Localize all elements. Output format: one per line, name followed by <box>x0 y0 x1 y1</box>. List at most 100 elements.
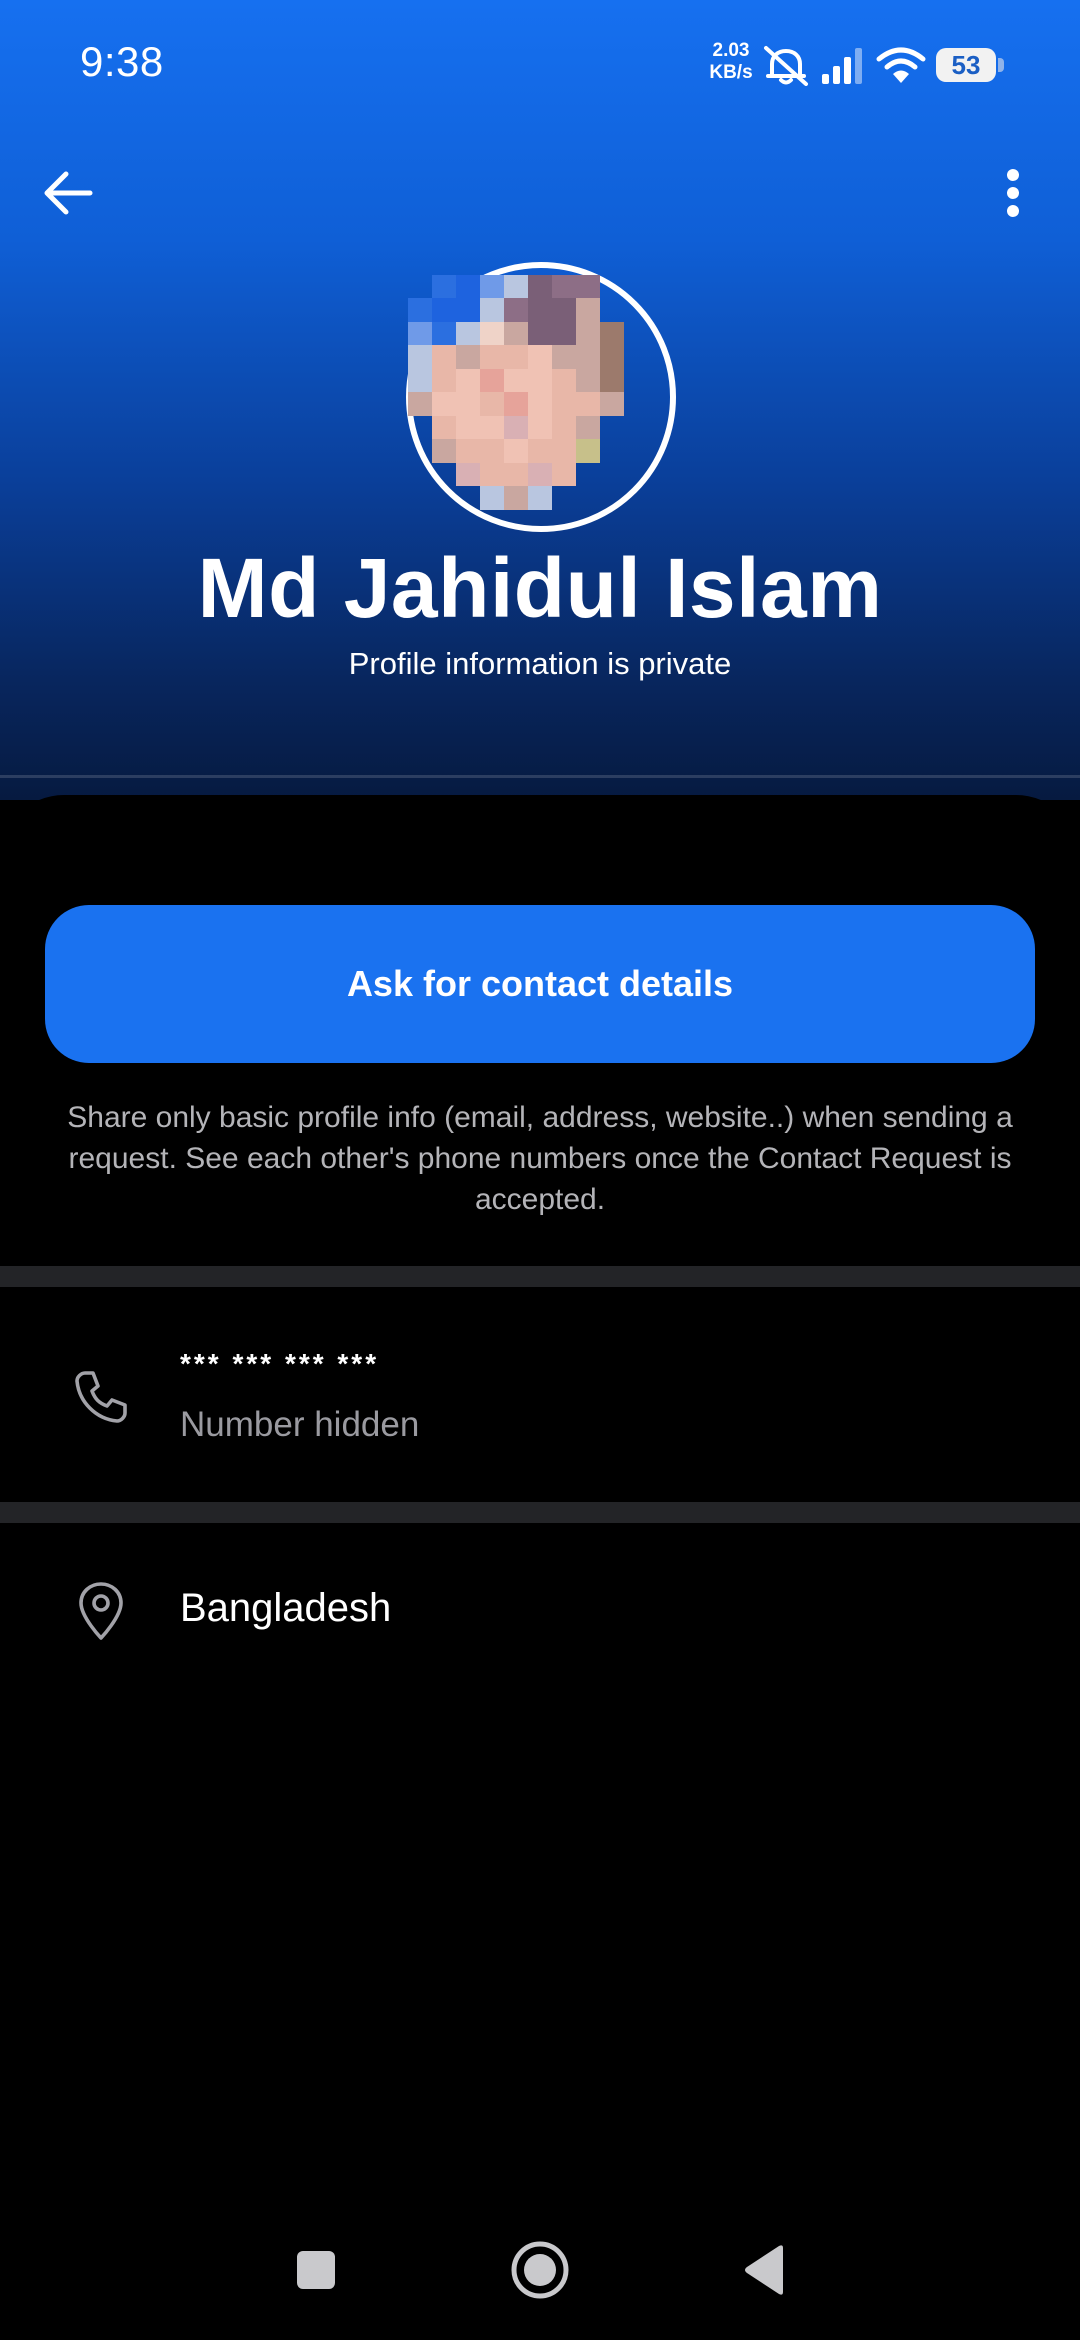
avatar-pixel <box>408 392 432 416</box>
avatar-pixel <box>624 439 648 462</box>
avatar-pixel <box>480 439 504 463</box>
avatar-pixel <box>576 486 600 509</box>
header-divider <box>0 775 1080 778</box>
avatar-pixel <box>456 462 480 487</box>
avatar-pixel <box>432 510 456 533</box>
avatar-pixel <box>408 298 432 322</box>
avatar-pixel <box>624 486 648 509</box>
nav-home-button[interactable] <box>500 2230 580 2310</box>
avatar-pixel <box>600 298 624 321</box>
network-speed: 2.03 KB/s <box>706 40 756 84</box>
avatar-pixel <box>408 463 432 486</box>
avatar-pixel <box>576 510 600 533</box>
avatar-pixel <box>528 462 552 487</box>
avatar-pixel <box>552 415 576 440</box>
more-vert-icon <box>1007 169 1019 217</box>
request-info-text: Share only basic profile info (email, ad… <box>67 1101 1013 1216</box>
avatar-pixel <box>504 321 528 346</box>
back-button[interactable] <box>30 155 106 231</box>
avatar-pixel <box>432 439 456 463</box>
ask-contact-details-button[interactable]: Ask for contact details <box>45 905 1035 1063</box>
avatar-pixel <box>408 439 432 462</box>
avatar-pixel <box>384 392 408 415</box>
avatar-pixel <box>528 368 552 393</box>
avatar-pixel <box>552 321 576 346</box>
profile-name: Md Jahidul Islam <box>197 541 883 635</box>
status-time: 9:38 <box>80 38 164 85</box>
avatar-pixel <box>432 345 456 369</box>
avatar-pixel <box>504 345 528 369</box>
nav-recents-button[interactable] <box>276 2230 356 2310</box>
recents-square-icon <box>297 2251 335 2289</box>
avatar-pixel <box>624 322 648 345</box>
avatar-pixel <box>624 345 648 368</box>
network-speed-unit: KB/s <box>709 62 753 83</box>
location-country: Bangladesh <box>180 1586 392 1630</box>
avatar-pixel <box>456 321 480 346</box>
avatar-pixel <box>600 392 624 416</box>
avatar-pixel <box>456 368 480 393</box>
avatar-pixel <box>528 345 552 369</box>
avatar-pixel <box>576 345 600 369</box>
avatar-pixel <box>528 510 552 533</box>
avatar-pixel <box>576 275 600 299</box>
avatar-pixel <box>624 369 648 392</box>
section-divider <box>0 1266 1080 1287</box>
avatar-pixel <box>456 486 480 509</box>
contact-profile-screen: 9:38 2.03 KB/s 53 Md Jahidul Islam Profi… <box>0 0 1080 2340</box>
avatar-pixel <box>528 298 552 322</box>
phone-icon <box>68 1364 134 1430</box>
status-bar: 9:38 2.03 KB/s 53 <box>0 0 1080 130</box>
avatar-pixel <box>552 368 576 393</box>
avatar-pixel <box>504 486 528 510</box>
avatar-pixel <box>384 369 408 392</box>
signal-icon <box>822 48 862 84</box>
number-hidden-label: Number hidden <box>180 1405 420 1444</box>
back-triangle-icon <box>745 2245 783 2295</box>
avatar-pixel <box>456 345 480 369</box>
battery-icon: 53 <box>936 48 1004 82</box>
avatar-pixel <box>528 486 552 510</box>
location-pin-icon <box>68 1578 134 1644</box>
avatar-pixel <box>600 345 624 369</box>
avatar-pixel <box>552 275 576 299</box>
avatar-pixel <box>432 368 456 393</box>
avatar-pixel <box>576 439 600 463</box>
avatar-pixel <box>528 321 552 346</box>
avatar-pixel <box>624 275 648 298</box>
avatar-pixel <box>552 462 576 487</box>
avatar-pixel <box>384 463 408 486</box>
avatar-pixel <box>384 510 408 533</box>
avatar-pixel <box>576 368 600 393</box>
avatar-pixel <box>576 463 600 486</box>
nav-back-button[interactable] <box>724 2230 804 2310</box>
avatar-pixel <box>384 322 408 345</box>
section-divider <box>0 1502 1080 1523</box>
more-options-button[interactable] <box>980 155 1046 231</box>
avatar-pixel <box>624 416 648 439</box>
avatar-pixel <box>600 321 624 346</box>
avatar-pixel <box>432 392 456 416</box>
avatar-pixel <box>504 439 528 463</box>
avatar-pixel <box>528 439 552 463</box>
avatar-pixel <box>456 392 480 416</box>
avatar-pixel <box>504 368 528 393</box>
avatar-pixel <box>432 463 456 486</box>
avatar-pixel <box>480 275 504 299</box>
avatar-pixel <box>504 275 528 299</box>
avatar-pixel <box>480 321 504 346</box>
avatar-pixel <box>456 510 480 533</box>
network-speed-value: 2.03 <box>712 40 750 61</box>
avatar-pixel <box>432 321 456 346</box>
avatar-pixel <box>528 415 552 440</box>
avatar-pixel <box>384 486 408 509</box>
avatar-pixel <box>600 416 624 439</box>
masked-phone-number: *** *** *** *** <box>180 1348 380 1379</box>
avatar-pixel <box>504 392 528 416</box>
avatar-pixel <box>576 321 600 346</box>
avatar-pixel <box>408 510 432 533</box>
back-arrow-icon <box>44 171 93 215</box>
avatar-pixel <box>456 439 480 463</box>
avatar-pixel <box>456 275 480 299</box>
avatar-pixel <box>432 298 456 322</box>
